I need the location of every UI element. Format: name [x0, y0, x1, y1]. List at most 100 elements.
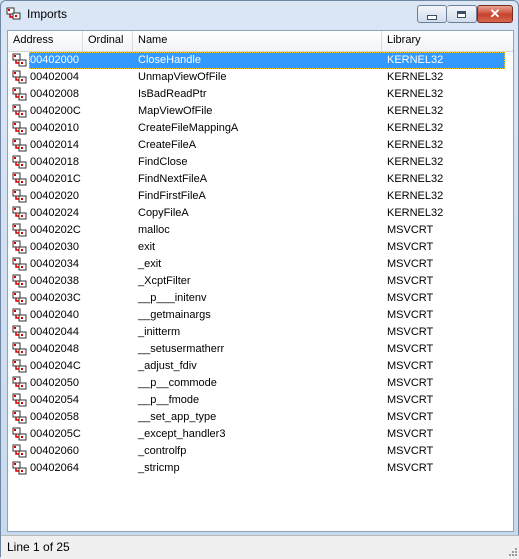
library-cell: MSVCRT: [387, 224, 434, 236]
minimize-icon: [427, 14, 437, 20]
library-cell: MSVCRT: [387, 462, 434, 474]
name-cell: CopyFileA: [138, 207, 189, 219]
column-header-address[interactable]: Address: [8, 31, 83, 51]
address-cell: 00402048: [30, 343, 79, 355]
address-cell: 00402008: [30, 88, 79, 100]
imports-window: Imports ✕ Address Ordinal Name Library 0…: [0, 0, 519, 559]
name-cell: FindNextFileA: [138, 173, 208, 185]
table-row[interactable]: 00402064 _stricmp MSVCRT: [8, 460, 513, 477]
status-text: Line 1 of 25: [7, 540, 70, 554]
import-entry-icon: [12, 376, 27, 390]
table-row[interactable]: 00402044 _initterm MSVCRT: [8, 324, 513, 341]
name-cell: CloseHandle: [138, 54, 201, 66]
library-cell: KERNEL32: [387, 190, 444, 202]
import-entry-icon: [12, 121, 27, 135]
column-header: Address Ordinal Name Library: [8, 31, 513, 52]
name-cell: __p___initenv: [138, 292, 207, 304]
address-cell: 00402038: [30, 275, 79, 287]
table-row[interactable]: 00402050 __p__commode MSVCRT: [8, 375, 513, 392]
address-cell: 0040205C: [30, 428, 81, 440]
address-cell: 00402014: [30, 139, 79, 151]
table-row[interactable]: 0040201C FindNextFileA KERNEL32: [8, 171, 513, 188]
table-row[interactable]: 00402020 FindFirstFileA KERNEL32: [8, 188, 513, 205]
import-entry-icon: [12, 87, 27, 101]
table-row[interactable]: 00402004 UnmapViewOfFile KERNEL32: [8, 69, 513, 86]
library-cell: KERNEL32: [387, 156, 444, 168]
library-cell: MSVCRT: [387, 445, 434, 457]
library-cell: KERNEL32: [387, 105, 444, 117]
import-entry-icon: [12, 189, 27, 203]
address-cell: 00402004: [30, 71, 79, 83]
address-cell: 00402050: [30, 377, 79, 389]
import-entry-icon: [12, 53, 27, 67]
table-row[interactable]: 00402000 CloseHandle KERNEL32: [8, 52, 513, 69]
import-entry-icon: [12, 461, 27, 475]
table-row[interactable]: 00402030 exit MSVCRT: [8, 239, 513, 256]
name-cell: __p__fmode: [138, 394, 200, 406]
library-cell: KERNEL32: [387, 139, 444, 151]
table-row[interactable]: 0040202C malloc MSVCRT: [8, 222, 513, 239]
column-header-library[interactable]: Library: [382, 31, 513, 51]
name-cell: __p__commode: [138, 377, 217, 389]
library-cell: MSVCRT: [387, 241, 434, 253]
library-cell: MSVCRT: [387, 411, 434, 423]
column-header-name[interactable]: Name: [133, 31, 382, 51]
name-cell: exit: [138, 241, 156, 253]
address-cell: 0040203C: [30, 292, 81, 304]
close-button[interactable]: ✕: [477, 5, 513, 23]
name-cell: __getmainargs: [138, 309, 211, 321]
imports-list[interactable]: Address Ordinal Name Library 00402000 Clo…: [7, 30, 514, 532]
import-entry-icon: [12, 359, 27, 373]
library-cell: KERNEL32: [387, 122, 444, 134]
table-row[interactable]: 00402040 __getmainargs MSVCRT: [8, 307, 513, 324]
import-entry-icon: [12, 172, 27, 186]
address-cell: 0040202C: [30, 224, 81, 236]
table-row[interactable]: 00402018 FindClose KERNEL32: [8, 154, 513, 171]
address-cell: 00402020: [30, 190, 79, 202]
table-row[interactable]: 0040204C _adjust_fdiv MSVCRT: [8, 358, 513, 375]
table-row[interactable]: 00402014 CreateFileA KERNEL32: [8, 137, 513, 154]
library-cell: MSVCRT: [387, 309, 434, 321]
title-bar[interactable]: Imports ✕: [1, 1, 518, 27]
column-header-ordinal[interactable]: Ordinal: [83, 31, 133, 51]
table-row[interactable]: 00402024 CopyFileA KERNEL32: [8, 205, 513, 222]
name-cell: _except_handler3: [138, 428, 226, 440]
address-cell: 00402054: [30, 394, 79, 406]
table-row[interactable]: 00402060 _controlfp MSVCRT: [8, 443, 513, 460]
name-cell: FindClose: [138, 156, 188, 168]
library-cell: MSVCRT: [387, 377, 434, 389]
table-row[interactable]: 00402038 _XcptFilter MSVCRT: [8, 273, 513, 290]
minimize-button[interactable]: [417, 5, 447, 23]
library-cell: MSVCRT: [387, 326, 434, 338]
library-cell: MSVCRT: [387, 258, 434, 270]
name-cell: _XcptFilter: [138, 275, 191, 287]
library-cell: MSVCRT: [387, 275, 434, 287]
status-bar: Line 1 of 25: [1, 535, 519, 559]
column-header-ordinal-label: Ordinal: [88, 34, 124, 46]
maximize-button[interactable]: [447, 5, 477, 23]
import-entry-icon: [12, 70, 27, 84]
table-row[interactable]: 0040203C __p___initenv MSVCRT: [8, 290, 513, 307]
address-cell: 00402060: [30, 445, 79, 457]
table-row[interactable]: 00402008 IsBadReadPtr KERNEL32: [8, 86, 513, 103]
import-entry-icon: [12, 410, 27, 424]
table-body: 00402000 CloseHandle KERNEL32 00402004 Unmap…: [8, 52, 513, 477]
table-row[interactable]: 00402034 _exit MSVCRT: [8, 256, 513, 273]
name-cell: _controlfp: [138, 445, 187, 457]
table-row[interactable]: 00402010 CreateFileMappingA KERNEL32: [8, 120, 513, 137]
table-row[interactable]: 0040205C _except_handler3 MSVCRT: [8, 426, 513, 443]
table-row[interactable]: 00402058 __set_app_type MSVCRT: [8, 409, 513, 426]
address-cell: 00402064: [30, 462, 79, 474]
address-cell: 00402000: [30, 54, 79, 66]
window-title: Imports: [27, 7, 68, 21]
table-row[interactable]: 0040200C MapViewOfFile KERNEL32: [8, 103, 513, 120]
library-cell: KERNEL32: [387, 88, 444, 100]
name-cell: CreateFileA: [138, 139, 197, 151]
import-entry-icon: [12, 393, 27, 407]
name-cell: IsBadReadPtr: [138, 88, 207, 100]
table-row[interactable]: 00402048 __setusermatherr MSVCRT: [8, 341, 513, 358]
table-row[interactable]: 00402054 __p__fmode MSVCRT: [8, 392, 513, 409]
resize-grip-icon[interactable]: [508, 547, 518, 557]
name-cell: malloc: [138, 224, 170, 236]
column-header-name-label: Name: [138, 34, 168, 46]
